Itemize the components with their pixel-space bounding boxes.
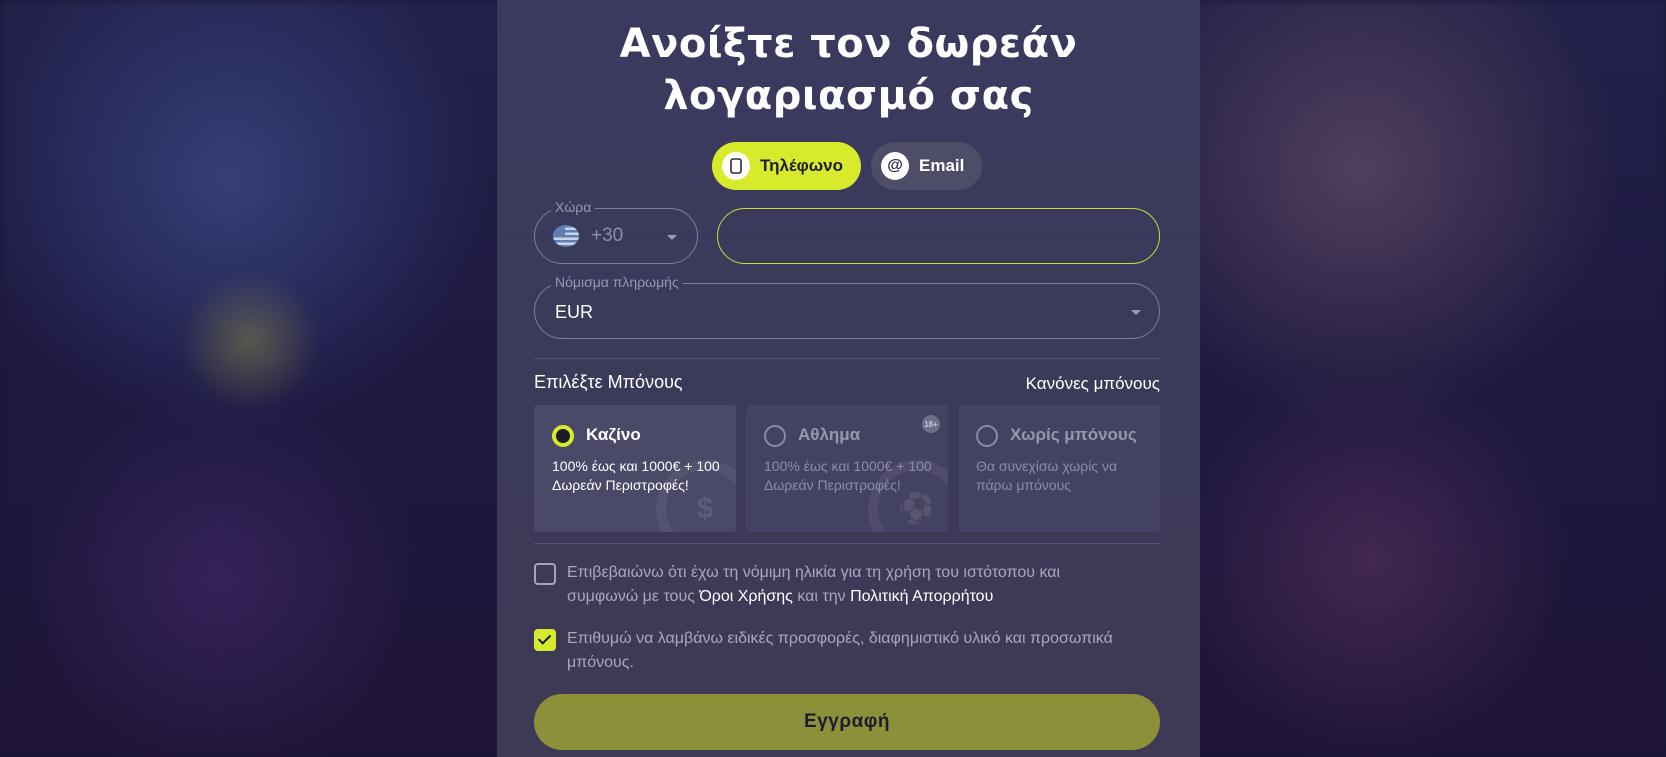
age-consent-text: Επιβεβαιώνω ότι έχω τη νόμιμη ηλικία για… bbox=[567, 561, 1127, 609]
marketing-consent-checkbox[interactable] bbox=[534, 629, 556, 651]
greece-flag-icon bbox=[553, 225, 579, 247]
country-label: Χώρα bbox=[551, 199, 596, 215]
tab-email[interactable]: @ Email bbox=[871, 142, 983, 190]
country-code: +30 bbox=[591, 225, 624, 246]
bonus-option-name: Καζίνο bbox=[586, 425, 641, 444]
country-select[interactable]: Χώρα +30 bbox=[534, 199, 698, 264]
age-consent-checkbox[interactable] bbox=[534, 563, 556, 585]
divider bbox=[534, 358, 1160, 359]
age-badge: 18+ bbox=[922, 415, 940, 433]
divider bbox=[534, 543, 1160, 544]
radio-unselected[interactable] bbox=[976, 425, 998, 447]
currency-select[interactable]: Νόμισμα πληρωμής EUR bbox=[534, 274, 1160, 339]
radio-selected[interactable] bbox=[552, 425, 574, 447]
tab-email-label: Email bbox=[919, 156, 965, 175]
chevron-down-icon bbox=[1131, 310, 1141, 315]
phone-field[interactable] bbox=[717, 208, 1160, 264]
radio-unselected[interactable] bbox=[764, 425, 786, 447]
bonus-option-sports[interactable]: ⚽ Αθλημα 18+ 100% έως και 1000€ + 100 Δω… bbox=[746, 405, 948, 532]
bonus-rules-link[interactable]: Κανόνες μπόνους bbox=[1026, 374, 1160, 394]
bonus-option-desc: 100% έως και 1000€ + 100 Δωρεάν Περιστρο… bbox=[764, 458, 932, 493]
currency-label: Νόμισμα πληρωμής bbox=[551, 274, 683, 290]
bonus-option-desc: Θα συνεχίσω χωρίς να πάρω μπόνους bbox=[976, 458, 1118, 493]
bonus-option-casino[interactable]: $ Καζίνο 100% έως και 1000€ + 100 Δωρεάν… bbox=[534, 405, 736, 532]
bonus-section-title: Επιλέξτε Μπόνους bbox=[534, 372, 683, 392]
bonus-option-desc: 100% έως και 1000€ + 100 Δωρεάν Περιστρο… bbox=[552, 458, 720, 493]
chevron-down-icon bbox=[667, 235, 677, 240]
phone-icon bbox=[722, 152, 750, 180]
signup-method-tabs: Τηλέφωνο @ Email bbox=[712, 142, 983, 190]
privacy-link[interactable]: Πολιτική Απορρήτου bbox=[850, 588, 993, 605]
bonus-option-none[interactable]: Χωρίς μπόνους Θα συνεχίσω χωρίς να πάρω … bbox=[958, 405, 1160, 532]
phone-input[interactable] bbox=[718, 209, 1159, 263]
at-icon: @ bbox=[881, 152, 909, 180]
consent-text: και την bbox=[792, 588, 851, 605]
currency-value: EUR bbox=[555, 302, 594, 322]
bonus-option-name: Αθλημα bbox=[798, 425, 861, 444]
bonus-option-name: Χωρίς μπόνους bbox=[1010, 425, 1137, 444]
tab-phone-label: Τηλέφωνο bbox=[760, 156, 843, 175]
tab-phone[interactable]: Τηλέφωνο bbox=[712, 142, 861, 190]
page-title: Ανοίξτε τον δωρεάν λογαριασμό σας bbox=[619, 21, 1078, 119]
register-button[interactable]: Εγγραφή bbox=[534, 694, 1160, 750]
registration-panel: Ανοίξτε τον δωρεάν λογαριασμό σας Τηλέφω… bbox=[497, 0, 1200, 757]
terms-link[interactable]: Όροι Χρήσης bbox=[699, 588, 793, 605]
marketing-consent-text: Επιθυμώ να λαμβάνω ειδικές προσφορές, δι… bbox=[567, 630, 1113, 671]
